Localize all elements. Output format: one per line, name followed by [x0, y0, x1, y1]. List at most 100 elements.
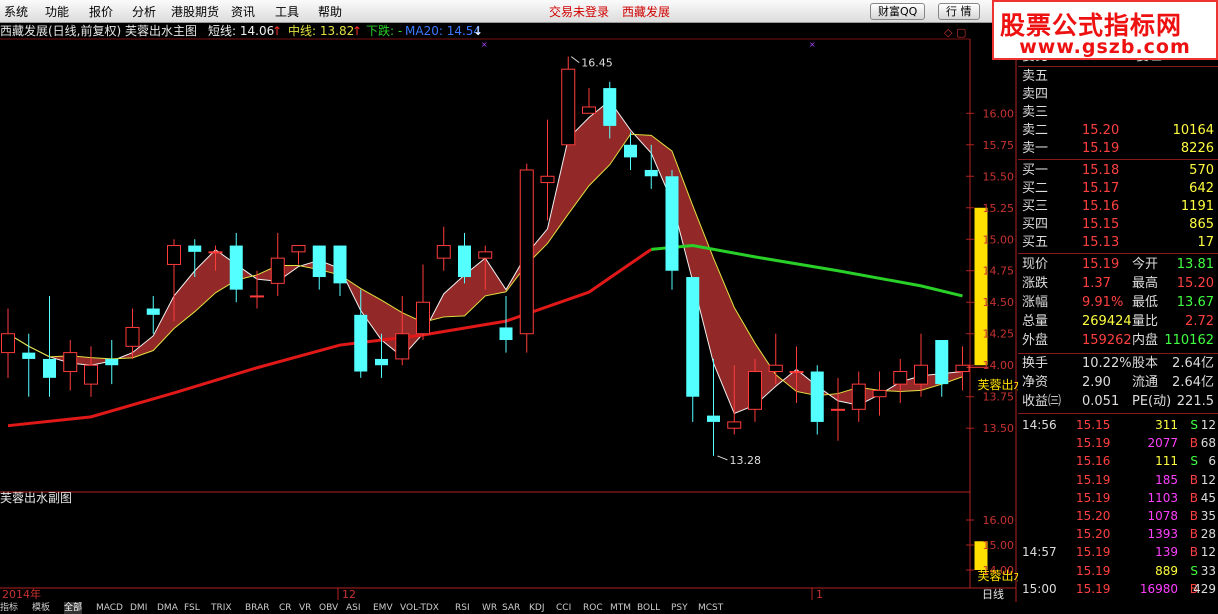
menu-item-3[interactable]: 报价: [89, 3, 113, 20]
tick-price: 15.20: [1076, 509, 1111, 523]
buy-row: 买一 15.18 570: [1018, 162, 1218, 180]
menu-item-5[interactable]: 港股期货: [171, 3, 219, 20]
stat-value: 15.19: [1082, 257, 1120, 272]
tick-side: S: [1190, 418, 1198, 432]
stat-key-2: 股本: [1132, 356, 1159, 371]
indicator-tab-roc[interactable]: ROC: [583, 602, 603, 614]
indicator-tab-asi[interactable]: ASI: [346, 602, 361, 614]
menu-item-4[interactable]: 分析: [132, 3, 156, 20]
sub-chart-title: 芙蓉出水副图: [0, 491, 72, 505]
candle-body: [146, 308, 160, 315]
candle-body: [478, 251, 493, 259]
indicator-tab-dma[interactable]: DMA: [157, 602, 178, 614]
indicator-tab-全部[interactable]: 全部: [64, 602, 83, 614]
down-arrow-icon: ↓: [473, 24, 483, 38]
y-tick-label: 13.75: [983, 391, 1015, 404]
indicator-tab-sar[interactable]: SAR: [502, 602, 520, 614]
indicator-tab-fsl[interactable]: FSL: [184, 602, 200, 614]
trade-tick-row: 15.20 1078 B 35: [1018, 507, 1218, 525]
menu-item-7[interactable]: 工具: [275, 3, 299, 20]
x-axis-label: 12: [342, 588, 356, 601]
indicator-tabs: 指标 模板 全部 MACD DMI DMA FSL TRIX BRAR CR VR OBV ASI EMV…: [0, 602, 1218, 614]
candle-body: [375, 358, 388, 366]
candle-body: [270, 257, 285, 284]
indicator-tab-dmi[interactable]: DMI: [130, 602, 147, 614]
indicator-tab-boll[interactable]: BOLL: [637, 602, 660, 614]
y-tick-label: 15.25: [983, 202, 1015, 215]
indicator-tab-macd[interactable]: MACD: [96, 602, 123, 614]
candle-body: [935, 340, 949, 385]
menu-item-2[interactable]: 功能: [45, 3, 69, 20]
login-status[interactable]: 交易未登录: [549, 3, 609, 20]
indicator-tab-brar[interactable]: BRAR: [245, 602, 269, 614]
quote-separator: [1018, 159, 1218, 160]
tick-time: 15:00: [1022, 581, 1057, 596]
indicator-tab-mtm[interactable]: MTM: [610, 602, 631, 614]
y-tick-label: 14.50: [983, 296, 1015, 309]
indicator-tab-trix[interactable]: TRIX: [211, 602, 232, 614]
tick-volume: 16980: [1139, 581, 1178, 596]
wealth-qq-button[interactable]: 财富QQ: [870, 3, 926, 20]
stat-key-2: 内盘: [1132, 333, 1159, 348]
buy-label: 买二: [1022, 181, 1049, 196]
mid-line-label: 中线: 13.82: [288, 23, 354, 38]
indicator-tab-cr[interactable]: CR: [279, 602, 292, 614]
tick-volume: 1393: [1147, 527, 1178, 542]
buy-label: 买五: [1022, 235, 1049, 250]
indicator-tab-指标[interactable]: 指标: [0, 602, 18, 614]
candle-body: [748, 371, 762, 410]
indicator-tab-obv[interactable]: OBV: [319, 602, 338, 614]
y-tick-label: 14.00: [983, 359, 1015, 372]
indicator-tab-vol-tdx[interactable]: VOL-TDX: [400, 602, 439, 614]
indicator-tab-mcst[interactable]: MCST: [698, 602, 723, 614]
indicator-tab-emv[interactable]: EMV: [373, 602, 393, 614]
indicator-tab-模板[interactable]: 模板: [32, 602, 50, 614]
candle-body: [499, 327, 513, 341]
up-arrow-icon: ↑: [272, 24, 282, 38]
indicator-tab-kdj[interactable]: KDJ: [529, 602, 545, 614]
candle-body: [354, 314, 368, 372]
high-label: 16.45: [581, 57, 613, 70]
indicator-tab-psy[interactable]: PSY: [671, 602, 688, 614]
sell-volume: 8226: [1180, 141, 1214, 156]
market-button[interactable]: 行 情: [938, 3, 980, 20]
tick-count: 68: [1200, 436, 1216, 451]
buy-volume: 17: [1197, 235, 1214, 250]
indicator-tab-wr[interactable]: WR: [482, 602, 497, 614]
candle-body: [624, 144, 637, 158]
trade-tick-row: 15.20 1393 B 28: [1018, 525, 1218, 543]
stat-value: 10.22%: [1082, 356, 1132, 371]
tick-volume: 1078: [1147, 509, 1178, 523]
short-line-label: 短线: 14.06: [208, 24, 274, 38]
candle-body: [810, 371, 824, 422]
candle-body: [395, 333, 410, 360]
ma20-rising-line: [7, 248, 653, 428]
candle-body: [768, 364, 783, 373]
y-tick-label: 14.25: [983, 328, 1015, 341]
candle-body: [789, 371, 804, 374]
y-tick-label: 15.00: [983, 233, 1015, 246]
tick-side: S: [1190, 563, 1198, 578]
buy-price: 15.13: [1082, 235, 1120, 250]
stat-value-2: 15.20: [1176, 276, 1214, 291]
buy-volume: 1191: [1180, 199, 1214, 214]
indicator-tab-cci[interactable]: CCI: [556, 602, 571, 614]
tick-count: 45: [1200, 490, 1216, 505]
indicator-tab-rsi[interactable]: RSI: [455, 602, 470, 614]
stat-key: 涨跌: [1022, 276, 1049, 291]
stat-value: 269424: [1082, 314, 1132, 329]
buy-price: 15.18: [1082, 163, 1120, 178]
candle-body: [686, 277, 700, 397]
menu-item-8[interactable]: 帮助: [318, 3, 342, 20]
trade-tick-row: 15.19 889 S 33: [1018, 562, 1218, 580]
candle-body: [167, 245, 181, 265]
candle-body: [63, 352, 78, 373]
stat-key: 换手: [1022, 356, 1049, 371]
buy-price: 15.17: [1082, 181, 1120, 196]
tick-count: 6: [1208, 454, 1216, 469]
menu-item-1[interactable]: 系统: [4, 3, 28, 20]
tick-price: 15.19: [1076, 581, 1111, 596]
indicator-tab-vr[interactable]: VR: [299, 602, 311, 614]
menu-item-6[interactable]: 资讯: [231, 3, 255, 20]
tick-price: 15.19: [1076, 436, 1111, 451]
